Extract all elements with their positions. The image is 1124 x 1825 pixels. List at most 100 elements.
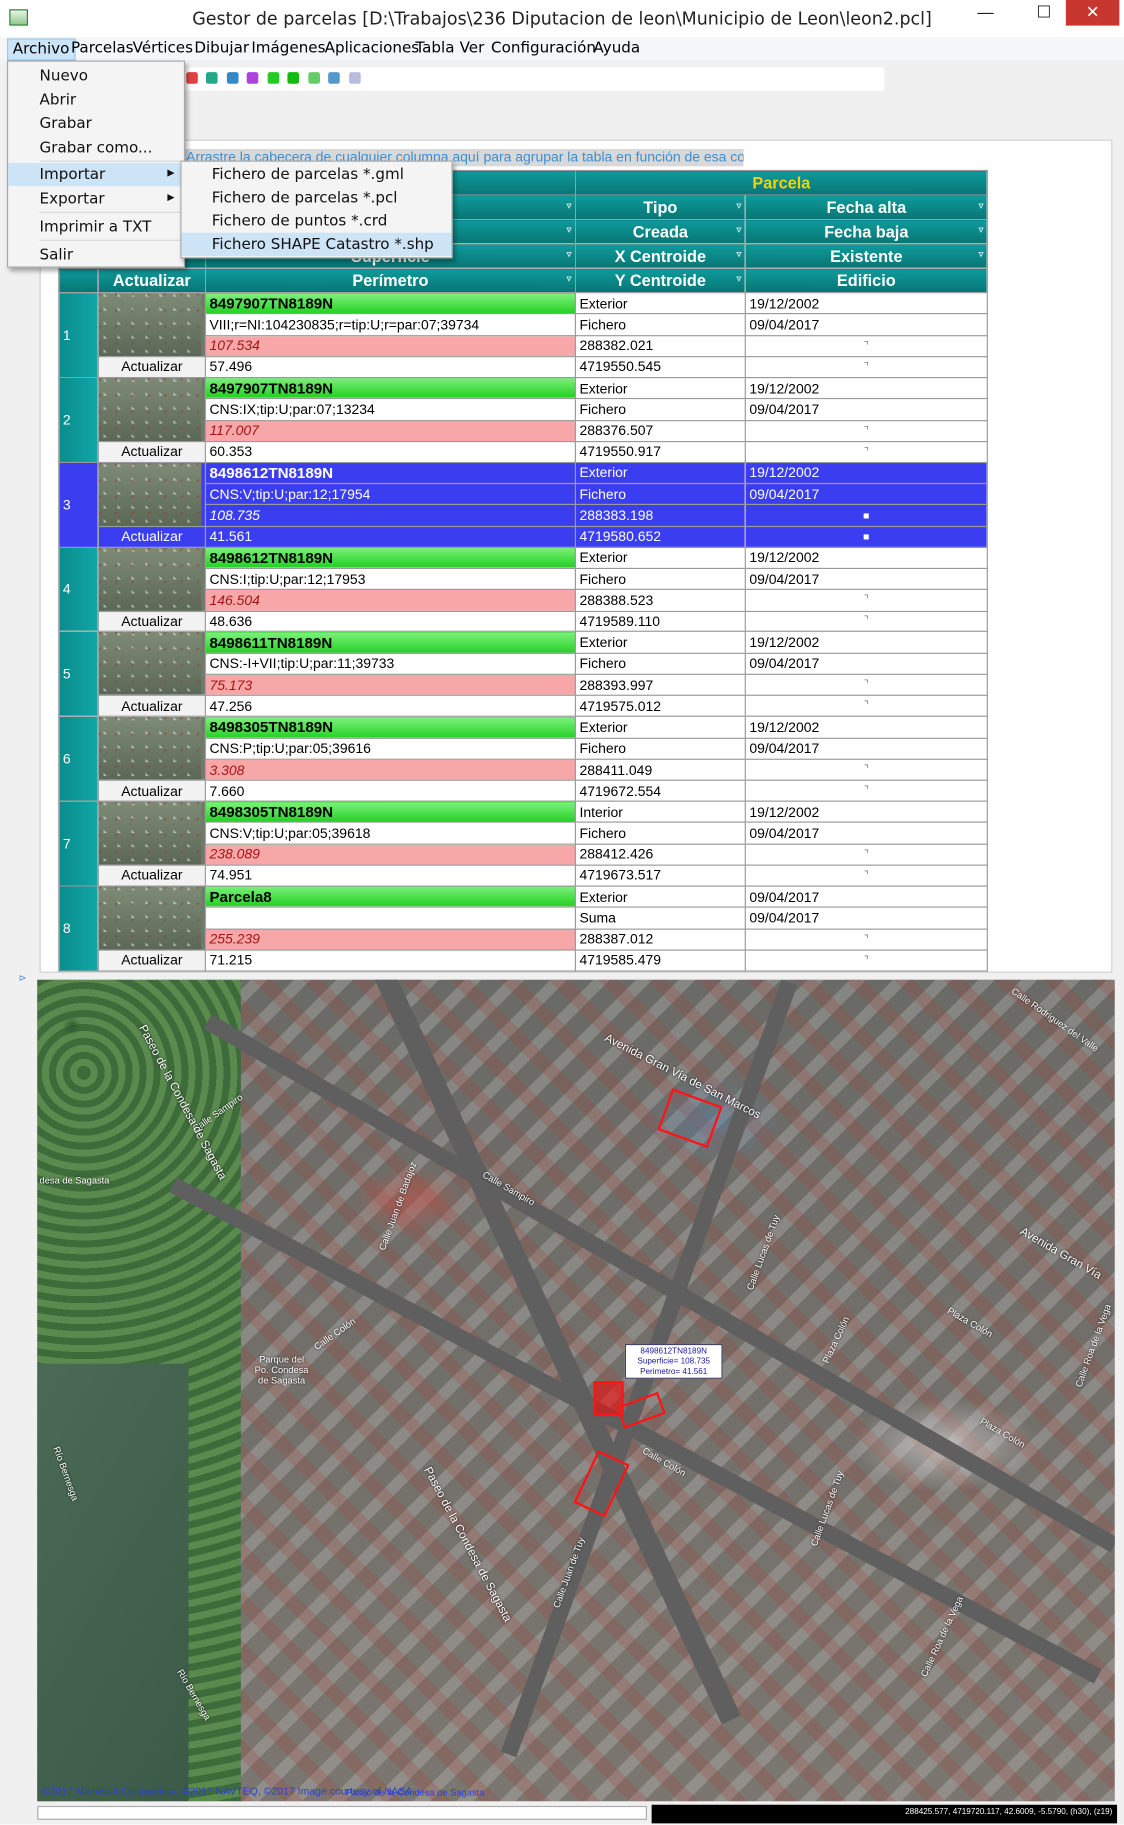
cell-tipo[interactable]: Exterior [574,376,746,400]
table-row[interactable]: 5 8498611TN8189N Exterior 19/12/2002 [58,631,988,718]
table-row[interactable]: Actualizar 7.660 4719672.554 ⌝ [59,779,988,802]
table-row[interactable]: Actualizar 41.561 4719580.652 ■ [59,525,988,548]
table-row[interactable]: 2 8497907TN8189N Exterior 19/12/2002 [58,376,988,463]
cell-perimetro[interactable]: 74.951 [204,864,576,887]
cell-fecha-alta[interactable]: 19/12/2002 [744,715,988,739]
cell-perimetro[interactable]: 41.561 [204,525,576,548]
cell-descripcion[interactable]: CNS:P;tip:U;par:05;39616 [204,737,576,760]
row-number[interactable]: 8 [58,885,99,972]
cell-x-centroide[interactable]: 288412.426 [574,843,746,866]
menu-item-nuevo[interactable]: Nuevo [8,64,184,87]
filter-icon[interactable]: ▿ [737,249,742,259]
cell-fecha-alta[interactable]: 09/04/2017 [744,885,988,908]
cell-y-centroide[interactable]: 4719589.110 [574,610,746,633]
cell-x-centroide[interactable]: 288393.997 [574,673,746,697]
checkbox-edificio[interactable]: ⌝ [744,864,988,887]
cell-fecha-baja[interactable]: 09/04/2017 [744,906,988,930]
actualizar-button[interactable]: Actualizar [97,949,206,972]
filter-icon[interactable]: ▿ [567,273,572,283]
filter-icon[interactable]: ▿ [737,200,742,210]
cell-superficie[interactable]: 108.735 [204,504,576,527]
cell-referencia[interactable]: 8498612TN8189N [204,461,576,485]
cell-tipo[interactable]: Exterior [574,546,746,569]
actualizar-button[interactable]: Actualizar [97,356,206,378]
table-row[interactable]: Actualizar 60.353 4719550.917 ⌝ [59,440,988,463]
maximize-button[interactable]: ☐ [1024,0,1064,26]
cad-import-icon[interactable] [186,72,198,84]
row-number[interactable]: 4 [58,546,99,633]
cell-referencia[interactable]: 8498305TN8189N [204,715,576,739]
cell-perimetro[interactable]: 60.353 [204,440,576,463]
menu-item-abrir[interactable]: Abrir [8,88,184,111]
filter-icon[interactable]: ▿ [979,200,984,210]
checkbox-edificio[interactable]: ⌝ [744,695,988,718]
cell-descripcion[interactable] [204,906,576,930]
cell-tipo[interactable]: Exterior [574,715,746,739]
cell-perimetro[interactable]: 48.636 [204,610,576,633]
submenu-item-shp[interactable]: Fichero SHAPE Catastro *.shp [181,232,452,256]
menu-item-imprimir-txt[interactable]: Imprimir a TXT [8,215,184,238]
cell-referencia[interactable]: 8498305TN8189N [204,800,576,824]
cad-layer-icon[interactable] [247,72,259,84]
column-header-creada[interactable]: Creada ▿ [574,218,746,245]
cell-y-centroide[interactable]: 4719550.917 [574,440,746,463]
layers-icon[interactable] [328,72,340,84]
cell-creada[interactable]: Fichero [574,482,746,506]
menu-ver[interactable]: Ver [455,38,489,60]
cell-referencia[interactable]: 8497907TN8189N [204,376,576,400]
cell-fecha-baja[interactable]: 09/04/2017 [744,652,988,675]
menu-item-grabar[interactable]: Grabar [8,112,184,135]
cell-tipo[interactable]: Interior [574,800,746,824]
cell-x-centroide[interactable]: 288388.523 [574,588,746,612]
menu-imagenes[interactable]: Imágenes [247,38,330,60]
column-header-tipo[interactable]: Tipo ▿ [574,194,746,220]
cell-fecha-alta[interactable]: 19/12/2002 [744,546,988,569]
filter-icon[interactable]: ▿ [567,249,572,259]
menu-item-grabar-como[interactable]: Grabar como... [8,136,184,159]
table-row[interactable]: Actualizar 71.215 4719585.479 ⌝ [59,949,988,972]
checkbox-edificio[interactable]: ⌝ [744,440,988,463]
status-field[interactable] [37,1805,647,1820]
cell-fecha-alta[interactable]: 19/12/2002 [744,800,988,824]
checkbox-existente[interactable]: ⌝ [744,843,988,866]
column-header-fecha-baja[interactable]: Fecha baja ▿ [744,218,988,245]
checkbox-edificio[interactable]: ⌝ [744,356,988,378]
cell-y-centroide[interactable]: 4719585.479 [574,949,746,972]
cell-y-centroide[interactable]: 4719672.554 [574,779,746,802]
checkbox-edificio[interactable]: ■ [744,525,988,548]
menu-aplicaciones[interactable]: Aplicaciones [320,38,424,60]
cell-descripcion[interactable]: CNS:IX;tip:U;par:07;13234 [204,398,576,421]
cell-superficie[interactable]: 75.173 [204,673,576,697]
minimize-button[interactable]: — [966,0,1006,26]
table-row[interactable]: 6 8498305TN8189N Exterior 19/12/2002 [58,715,988,802]
table-row[interactable]: Actualizar 47.256 4719575.012 ⌝ [59,695,988,718]
cell-fecha-baja[interactable]: 09/04/2017 [744,398,988,421]
table-row[interactable]: Actualizar 57.496 4719550.545 ⌝ [59,356,988,378]
row-number[interactable]: 1 [58,292,99,378]
table-row[interactable]: 3 8498612TN8189N Exterior 19/12/2002 [58,461,988,548]
column-header-edificio[interactable]: Edificio [744,267,988,294]
cell-fecha-baja[interactable]: 09/04/2017 [744,567,988,591]
cell-creada[interactable]: Fichero [574,821,746,845]
checkbox-existente[interactable]: ⌝ [744,673,988,697]
table-row[interactable]: 7 8498305TN8189N Interior 19/12/2002 [58,800,988,887]
cell-referencia[interactable]: 8497907TN8189N [204,292,576,315]
cell-tipo[interactable]: Exterior [574,631,746,654]
actualizar-button[interactable]: Actualizar [97,695,206,718]
cell-tipo[interactable]: Exterior [574,461,746,485]
row-number[interactable]: 5 [58,631,99,718]
menu-item-exportar[interactable]: Exportar ▶ [8,187,184,210]
cell-fecha-alta[interactable]: 19/12/2002 [744,376,988,400]
menu-item-salir[interactable]: Salir [8,243,184,266]
cell-tipo[interactable]: Exterior [574,885,746,908]
cell-referencia[interactable]: 8498612TN8189N [204,546,576,569]
filter-icon[interactable]: ▿ [979,249,984,259]
filter-icon[interactable]: ▿ [567,200,572,210]
table-row[interactable]: Actualizar 48.636 4719589.110 ⌝ [59,610,988,633]
checkbox-edificio[interactable]: ⌝ [744,949,988,972]
checkbox-existente[interactable]: ⌝ [744,419,988,442]
cell-referencia[interactable]: Parcela8 [204,885,576,908]
cell-y-centroide[interactable]: 4719673.517 [574,864,746,887]
cell-descripcion[interactable]: VIII;r=NI:104230835;r=tip:U;r=par:07;397… [204,313,576,336]
actualizar-button[interactable]: Actualizar [97,525,206,548]
